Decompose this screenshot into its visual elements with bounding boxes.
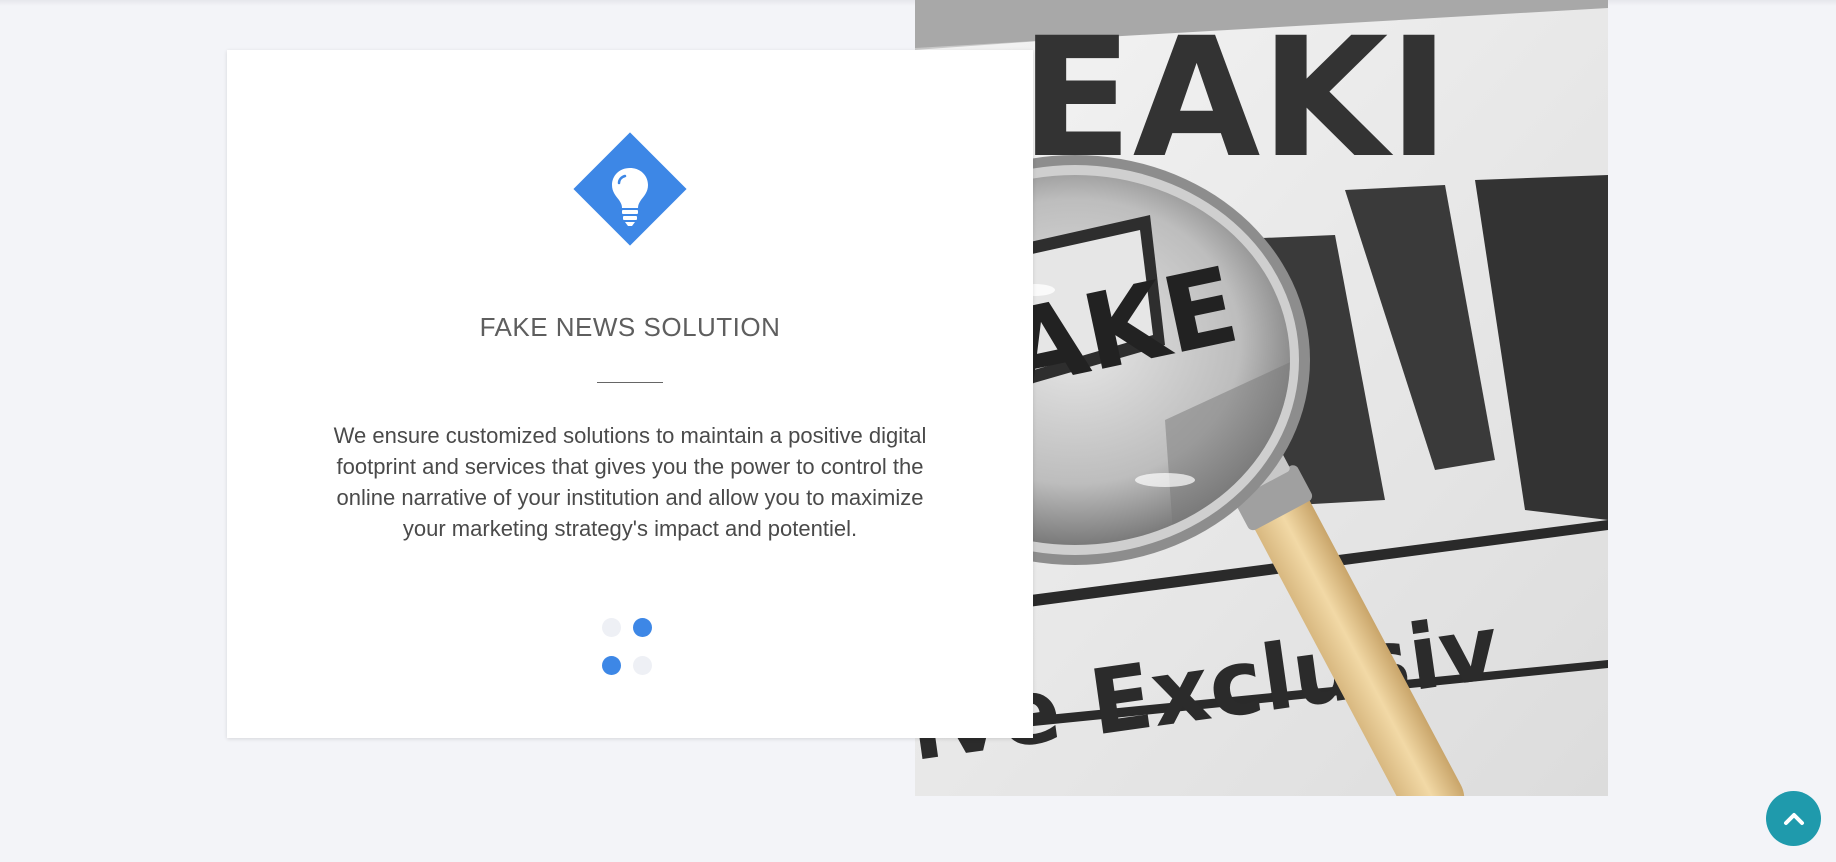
carousel-dot-2[interactable] — [633, 618, 652, 637]
feature-title: FAKE NEWS SOLUTION — [479, 312, 781, 342]
carousel-dots — [602, 618, 658, 675]
carousel-dot-1[interactable] — [602, 618, 621, 637]
lightbulb-icon — [573, 132, 687, 246]
chevron-up-icon — [1783, 812, 1804, 825]
scroll-to-top-button[interactable] — [1766, 791, 1821, 846]
carousel-dot-4[interactable] — [633, 656, 652, 675]
title-divider — [597, 382, 663, 383]
carousel-dot-3[interactable] — [602, 656, 621, 675]
feature-description: We ensure customized solutions to mainta… — [333, 423, 927, 541]
page: EAKI ive Exclusiv FAKE FAKE NEWS SOLUTIO… — [0, 0, 1836, 862]
feature-card: FAKE NEWS SOLUTION We ensure customized … — [227, 50, 1033, 738]
